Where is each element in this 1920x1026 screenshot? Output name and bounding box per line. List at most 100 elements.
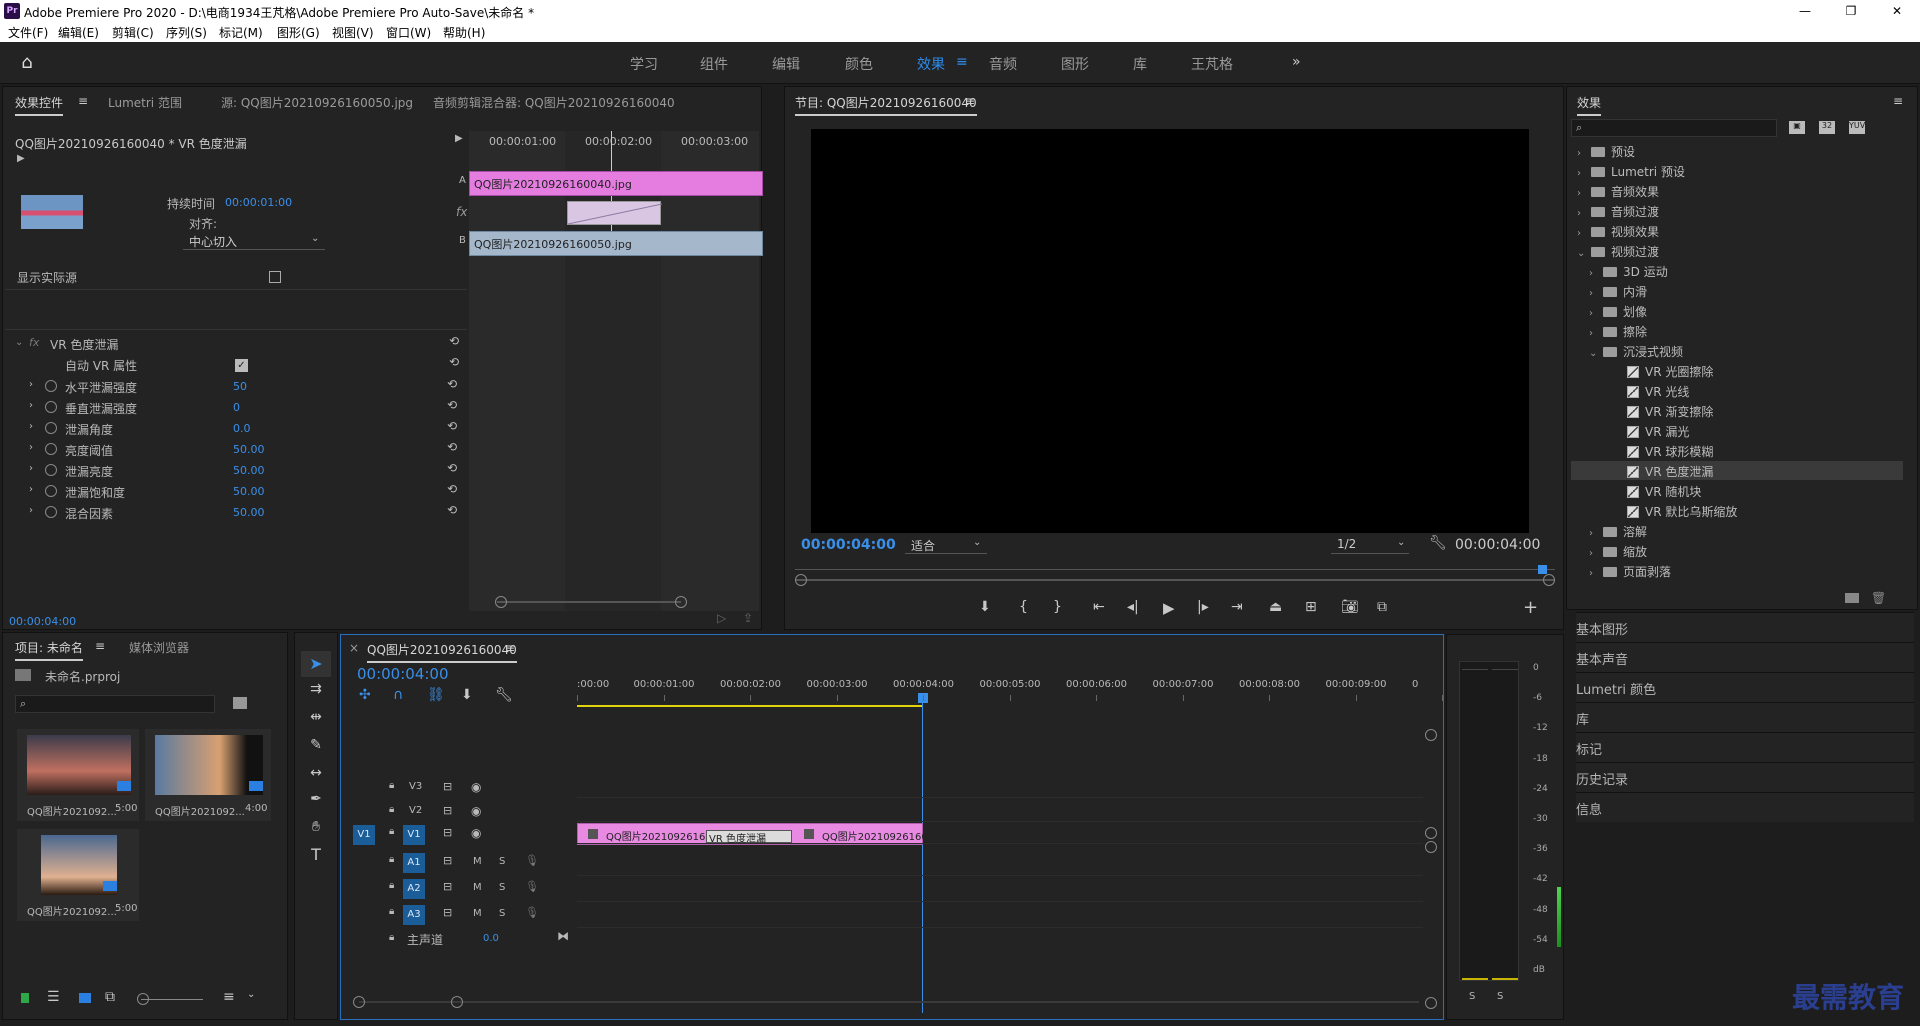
expand-arrow-icon[interactable]: › bbox=[29, 421, 33, 432]
filter-icon[interactable]: ▷ bbox=[717, 611, 726, 625]
current-time[interactable]: 00:00:04:00 bbox=[9, 615, 76, 628]
step-back-icon[interactable]: ◂| bbox=[1127, 599, 1139, 615]
panel-section[interactable]: 库 bbox=[1576, 702, 1914, 732]
export-icon[interactable]: ⇪ bbox=[743, 611, 753, 625]
playhead-line[interactable] bbox=[922, 703, 923, 1013]
menu-edit[interactable]: 编辑(E) bbox=[58, 24, 99, 41]
icon-view-icon[interactable] bbox=[79, 993, 91, 1003]
h-scrollbar[interactable] bbox=[359, 1001, 1419, 1003]
close-icon[interactable]: × bbox=[349, 641, 359, 655]
reset-icon[interactable]: ⟲ bbox=[447, 440, 457, 454]
lock-icon[interactable]: 🔒︎ bbox=[389, 906, 394, 917]
effect-tree-item[interactable]: › Lumetri 预设 bbox=[1577, 163, 1685, 180]
param-value[interactable]: 50 bbox=[233, 380, 247, 393]
v-scroll-handle-top[interactable] bbox=[1425, 729, 1437, 741]
export-frame-icon[interactable]: 📷︎ bbox=[1341, 599, 1359, 615]
project-search-input[interactable]: ⌕ bbox=[15, 695, 215, 713]
h-scroll-handle-left[interactable] bbox=[353, 996, 365, 1008]
chevron-right-icon[interactable]: › bbox=[1589, 268, 1603, 279]
track-target-v1[interactable]: V1 bbox=[403, 825, 425, 845]
zoom-slider-handle[interactable] bbox=[137, 993, 149, 1005]
go-to-end-icon[interactable]: ⧓ bbox=[557, 929, 569, 943]
slip-tool-icon[interactable]: ↔ bbox=[301, 765, 331, 781]
effect-tree-item[interactable]: VR 色度泄漏 bbox=[1601, 463, 1713, 480]
pen-tool-icon[interactable]: ✒︎ bbox=[301, 791, 331, 807]
sync-lock-icon[interactable]: ⊟ bbox=[443, 854, 452, 867]
chevron-right-icon[interactable]: › bbox=[1577, 208, 1591, 219]
add-marker-icon[interactable]: ⬇︎ bbox=[979, 599, 991, 615]
chevron-right-icon[interactable]: › bbox=[1577, 228, 1591, 239]
sort-icon[interactable]: ≡ bbox=[223, 989, 235, 1005]
expand-arrow-icon[interactable]: › bbox=[29, 442, 33, 453]
tab-project[interactable]: 项目: 未命名 bbox=[15, 639, 83, 661]
lock-icon[interactable]: 🔒︎ bbox=[389, 780, 394, 791]
chevron-down-icon[interactable]: ⌄ bbox=[1577, 248, 1591, 259]
lock-icon[interactable]: 🔒︎ bbox=[389, 854, 394, 865]
expand-arrow-icon[interactable]: › bbox=[29, 400, 33, 411]
chevron-right-icon[interactable]: › bbox=[1589, 308, 1603, 319]
effects-search-input[interactable]: ⌕ bbox=[1571, 119, 1777, 137]
panel-section[interactable]: Lumetri 颜色 bbox=[1576, 672, 1914, 702]
tab-audio-clip-mixer[interactable]: 音频剪辑混合器: QQ图片20210926160040 bbox=[433, 94, 675, 111]
workspace-effects[interactable]: 效果 bbox=[917, 54, 945, 74]
effect-tree-item[interactable]: › 预设 bbox=[1577, 143, 1635, 160]
stopwatch-icon[interactable] bbox=[45, 422, 57, 434]
razor-tool-icon[interactable]: ✎ bbox=[301, 737, 331, 753]
tab-effect-controls[interactable]: 效果控件 bbox=[15, 94, 64, 116]
solo-right-button[interactable]: S bbox=[1497, 991, 1503, 1002]
panel-section[interactable]: 信息 bbox=[1576, 792, 1914, 822]
tab-media-browser[interactable]: 媒体浏览器 bbox=[129, 639, 189, 656]
lift-icon[interactable]: ⏏︎ bbox=[1269, 599, 1282, 615]
transition-block[interactable]: VR 色度泄漏 bbox=[706, 830, 792, 845]
selection-tool-icon[interactable]: ➤ bbox=[301, 651, 331, 677]
chevron-right-icon[interactable]: › bbox=[1577, 188, 1591, 199]
effect-tree-item[interactable]: › 音频效果 bbox=[1577, 183, 1659, 200]
transition-clip[interactable] bbox=[567, 201, 662, 225]
tab-lumetri-scopes[interactable]: Lumetri 范围 bbox=[108, 94, 182, 111]
workspace-menu-icon[interactable]: ≡ bbox=[956, 54, 968, 70]
scroll-handle-right[interactable] bbox=[675, 596, 687, 608]
panel-section[interactable]: 基本声音 bbox=[1576, 642, 1914, 672]
ruler-track[interactable] bbox=[795, 569, 1555, 570]
effect-tree-item[interactable]: VR 光圈擦除 bbox=[1601, 363, 1713, 380]
effect-tree-item[interactable]: VR 默比乌斯缩放 bbox=[1601, 503, 1737, 520]
mic-icon[interactable]: 🎙︎ bbox=[525, 880, 539, 893]
solo-button[interactable]: S bbox=[499, 882, 505, 893]
stopwatch-icon[interactable] bbox=[45, 380, 57, 392]
list-view-icon[interactable]: ☰ bbox=[47, 989, 60, 1005]
stopwatch-icon[interactable] bbox=[45, 443, 57, 455]
timeline-timecode[interactable]: 00:00:04:00 bbox=[357, 665, 449, 683]
param-value[interactable]: 50.00 bbox=[233, 464, 265, 477]
go-to-in-icon[interactable]: ⇤ bbox=[1093, 599, 1105, 615]
show-source-checkbox[interactable] bbox=[269, 271, 281, 283]
step-forward-icon[interactable]: |▸ bbox=[1197, 599, 1209, 615]
yuv-effects-icon[interactable]: YUV bbox=[1849, 121, 1865, 134]
effect-tree-item[interactable]: › 缩放 bbox=[1589, 543, 1647, 560]
panel-menu-icon[interactable]: ≡ bbox=[505, 641, 515, 655]
lock-icon[interactable]: 🔒︎ bbox=[389, 880, 394, 891]
hand-tool-icon[interactable]: ✋︎ bbox=[301, 819, 331, 835]
expand-arrow-icon[interactable]: › bbox=[29, 463, 33, 474]
align-dropdown[interactable]: 中心切入 ⌄ bbox=[183, 232, 325, 250]
mic-icon[interactable]: 🎙︎ bbox=[525, 906, 539, 919]
reset-icon[interactable]: ⟲ bbox=[447, 461, 457, 475]
panel-section[interactable]: 基本图形 bbox=[1576, 612, 1914, 642]
snap-icon[interactable]: ∩ bbox=[393, 687, 403, 703]
menu-graphics[interactable]: 图形(G) bbox=[277, 24, 320, 41]
button-editor-icon[interactable]: + bbox=[1523, 597, 1538, 618]
expand-arrow-icon[interactable]: › bbox=[29, 484, 33, 495]
v1-clips[interactable]: QQ图片20210926160 VR 色度泄漏 QQ图片20210926160 bbox=[577, 823, 928, 845]
workspace-graphics[interactable]: 图形 bbox=[1061, 54, 1089, 74]
audio-track-target[interactable]: A3 bbox=[403, 905, 425, 925]
panel-menu-icon[interactable]: ≡ bbox=[95, 639, 105, 653]
duration-value[interactable]: 00:00:01:00 bbox=[225, 196, 292, 209]
maximize-button[interactable]: ❐ bbox=[1828, 0, 1874, 22]
workspace-custom[interactable]: 王芃格 bbox=[1191, 54, 1233, 74]
menu-view[interactable]: 视图(V) bbox=[332, 24, 374, 41]
v-scroll-handle-bottom[interactable] bbox=[1425, 997, 1437, 1009]
scroll-handle-right[interactable] bbox=[1543, 574, 1555, 586]
tab-menu-icon[interactable]: ≡ bbox=[78, 94, 88, 108]
clip-a[interactable]: QQ图片20210926160040.jpg bbox=[469, 171, 763, 196]
home-icon[interactable]: ⌂ bbox=[16, 52, 38, 73]
collapse-arrow-icon[interactable]: ⌄ bbox=[15, 337, 23, 348]
